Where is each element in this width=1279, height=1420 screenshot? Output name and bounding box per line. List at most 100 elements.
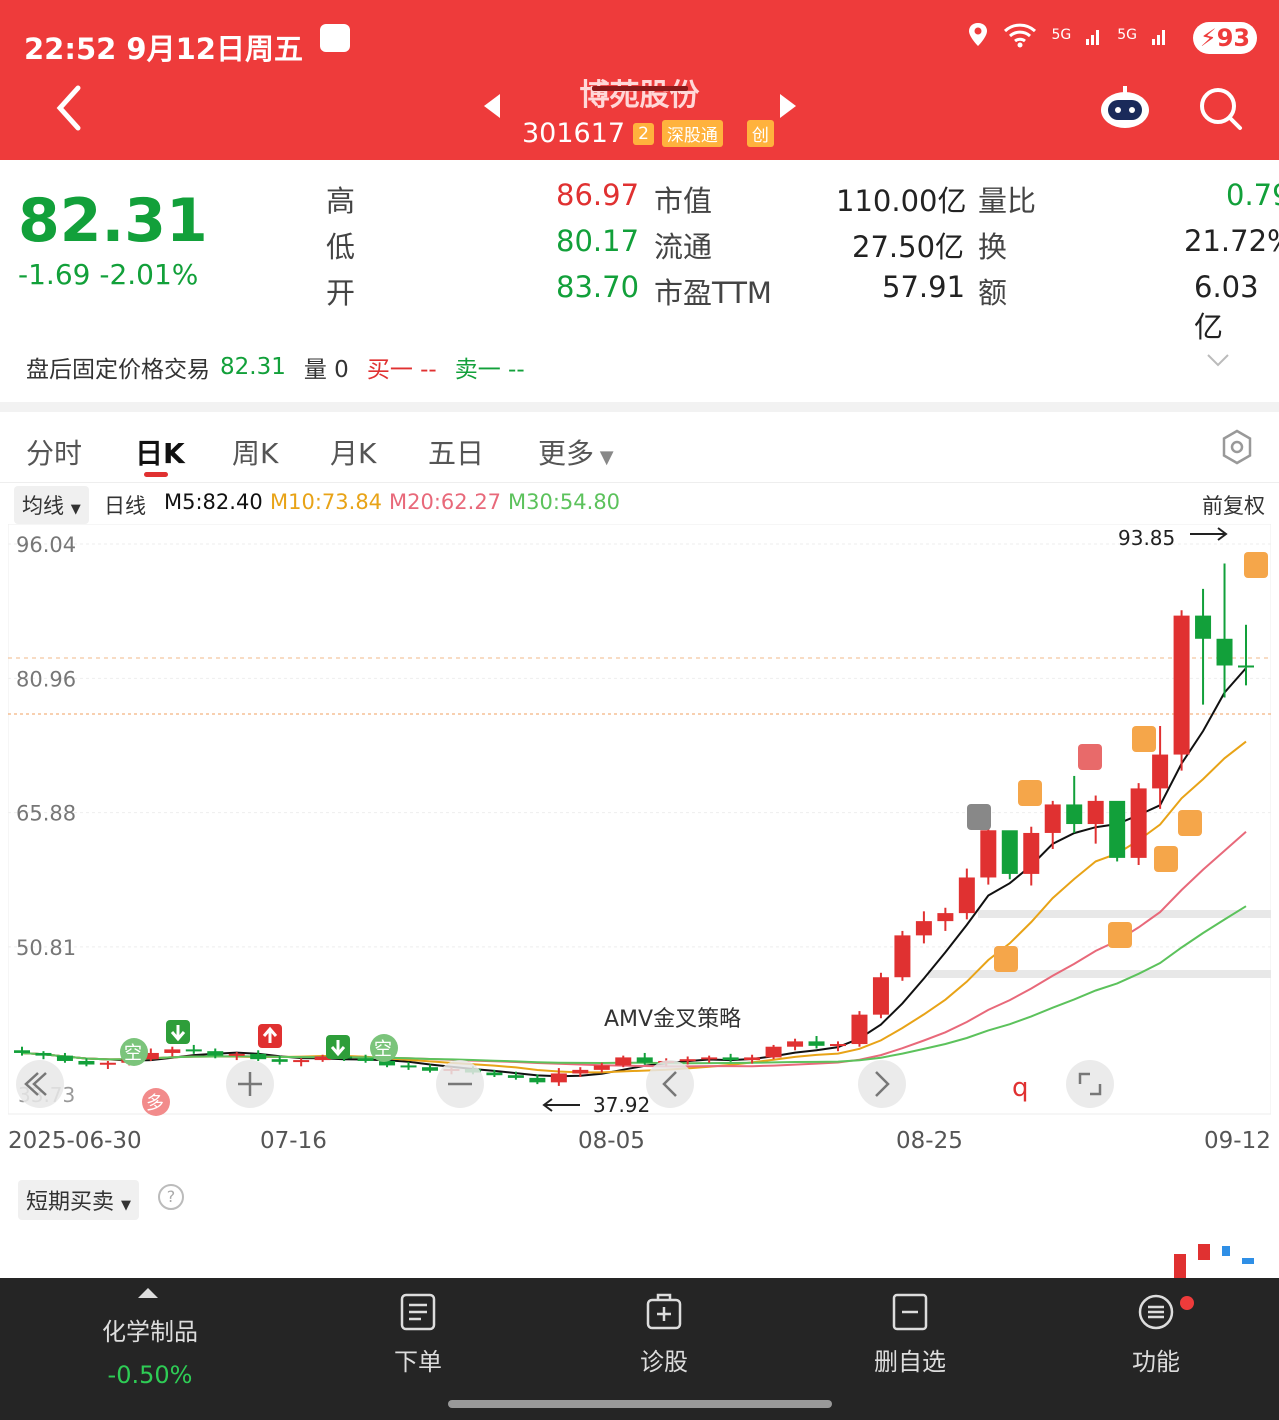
label-low: 低: [326, 230, 356, 264]
tab-intraday[interactable]: 分时: [26, 432, 82, 472]
candle-body: [486, 1072, 503, 1076]
order-icon: [400, 1293, 436, 1331]
x-tick: 07-16: [260, 1128, 327, 1154]
ma-m5: M5:82.40: [164, 490, 263, 514]
tag-board: 创: [746, 120, 774, 147]
candle-body: [56, 1055, 73, 1061]
robot-assistant-icon[interactable]: [1098, 84, 1152, 132]
sub-indicator-select[interactable]: 短期买卖 ▼: [18, 1180, 140, 1220]
candle-body: [1130, 788, 1147, 858]
t-marker: [1018, 780, 1042, 806]
order-button[interactable]: 下单: [328, 1278, 508, 1377]
value-pe: 57.91: [882, 270, 966, 304]
support-band-2: [928, 970, 1271, 978]
value-float: 27.50亿: [852, 230, 965, 264]
search-icon[interactable]: [1196, 84, 1244, 132]
title-strike: [592, 86, 688, 91]
tab-more[interactable]: 更多 ▼: [538, 432, 614, 472]
candle-body: [830, 1044, 846, 1047]
last-price: 82.31: [18, 186, 208, 256]
t-marker: [994, 946, 1018, 972]
next-stock-arrow[interactable]: [780, 94, 796, 118]
top-bar: 22:52 9月12日周五 5G 5G ⚡93 博苑股份 301617 2 深股…: [0, 0, 1279, 160]
candle-body: [615, 1057, 632, 1066]
label-mktcap: 市值: [654, 184, 713, 218]
tabs-divider: [0, 482, 1279, 483]
x-tick: 08-05: [578, 1128, 645, 1154]
post-trade-label: 盘后固定价格交易: [26, 357, 210, 383]
svg-text:空: 空: [124, 1043, 142, 1064]
candle-body: [1152, 754, 1169, 789]
candle-body: [78, 1060, 95, 1065]
scroll-right-icon: [858, 1060, 906, 1108]
candle-body: [701, 1057, 718, 1060]
candle-body: [636, 1057, 653, 1063]
ma-legend: 均线 ▼ 日线 M5:82.40 M10:73.84 M20:62.27 M30…: [12, 486, 1279, 524]
tag-connect: 深股通: [661, 120, 723, 147]
x-tick: 09-12: [1204, 1128, 1271, 1154]
candle-body: [1238, 665, 1254, 668]
t-marker: [1244, 552, 1268, 578]
tab-five-day[interactable]: 五日: [428, 432, 484, 472]
adjust-mode[interactable]: 前复权: [1202, 490, 1265, 520]
candle-body: [271, 1059, 288, 1062]
ma-select-button[interactable]: 均线 ▼: [14, 486, 89, 524]
help-icon[interactable]: ?: [158, 1184, 184, 1210]
candle-body: [99, 1062, 116, 1065]
candle-body: [915, 921, 932, 936]
candle-body: [529, 1077, 546, 1083]
tab-daily[interactable]: 日K: [135, 432, 185, 472]
functions-button[interactable]: 功能: [1066, 1278, 1246, 1377]
candle-body: [164, 1049, 181, 1053]
wifi-icon: [1004, 23, 1037, 48]
stock-name: 博苑股份: [579, 78, 700, 113]
candle-body: [422, 1067, 438, 1071]
candle-body: [357, 1058, 374, 1061]
diagnose-button[interactable]: 诊股: [574, 1278, 754, 1377]
candle-body: [1173, 615, 1190, 755]
chevron-down-icon[interactable]: [1206, 352, 1230, 368]
draw-tool-icon: q: [1012, 1073, 1029, 1103]
network-1: 5G: [1051, 27, 1072, 43]
candle-body: [507, 1075, 524, 1078]
tab-monthly[interactable]: 月K: [330, 432, 376, 472]
home-indicator: [448, 1400, 832, 1408]
candle-body: [894, 935, 911, 978]
caret-up-icon[interactable]: [138, 1286, 158, 1298]
candle-body: [872, 977, 889, 1015]
candle-body: [851, 1014, 868, 1045]
remove-watchlist-button[interactable]: 删自选: [820, 1278, 1000, 1377]
candle-body: [937, 913, 954, 922]
value-amount: 6.03亿: [1194, 270, 1259, 344]
candle-body: [550, 1073, 567, 1083]
candle-body: [293, 1060, 310, 1063]
kline-chart[interactable]: 96.04 80.96 65.88 50.81 33.73 93.85 37.9…: [8, 524, 1271, 1124]
candle-body: [207, 1051, 224, 1056]
value-high: 86.97: [556, 178, 640, 212]
candle-body: [14, 1050, 30, 1053]
remove-icon: [892, 1293, 928, 1331]
label-amount: 额: [978, 276, 1008, 310]
candle-body: [250, 1053, 267, 1060]
value-low: 80.17: [556, 224, 640, 258]
location-icon: [969, 23, 988, 46]
candle-body: [228, 1053, 245, 1056]
x-tick: 2025-06-30: [8, 1128, 142, 1154]
candle-body: [1195, 615, 1212, 639]
t-marker: [1132, 726, 1156, 752]
sector-info[interactable]: 化学制品 -0.50%: [60, 1308, 240, 1389]
y-tick: 65.88: [16, 802, 76, 826]
post-trade-row[interactable]: 盘后固定价格交易 82.31 量 0 买一 -- 卖一 --: [26, 350, 525, 384]
diagnose-icon: [646, 1293, 682, 1330]
sub-indicator-bars: [1174, 1244, 1254, 1278]
candle-body: [400, 1065, 417, 1068]
status-icons: 5G 5G: [967, 22, 1169, 48]
candle-body: [35, 1052, 52, 1056]
t-marker: [1154, 846, 1178, 872]
b-marker: [1078, 744, 1102, 770]
tab-weekly[interactable]: 周K: [232, 432, 278, 472]
x-tick: 08-25: [896, 1128, 963, 1154]
t-marker: [1108, 922, 1132, 948]
gear-icon[interactable]: [1218, 428, 1256, 466]
post-trade-buy: 买一 --: [366, 357, 437, 383]
